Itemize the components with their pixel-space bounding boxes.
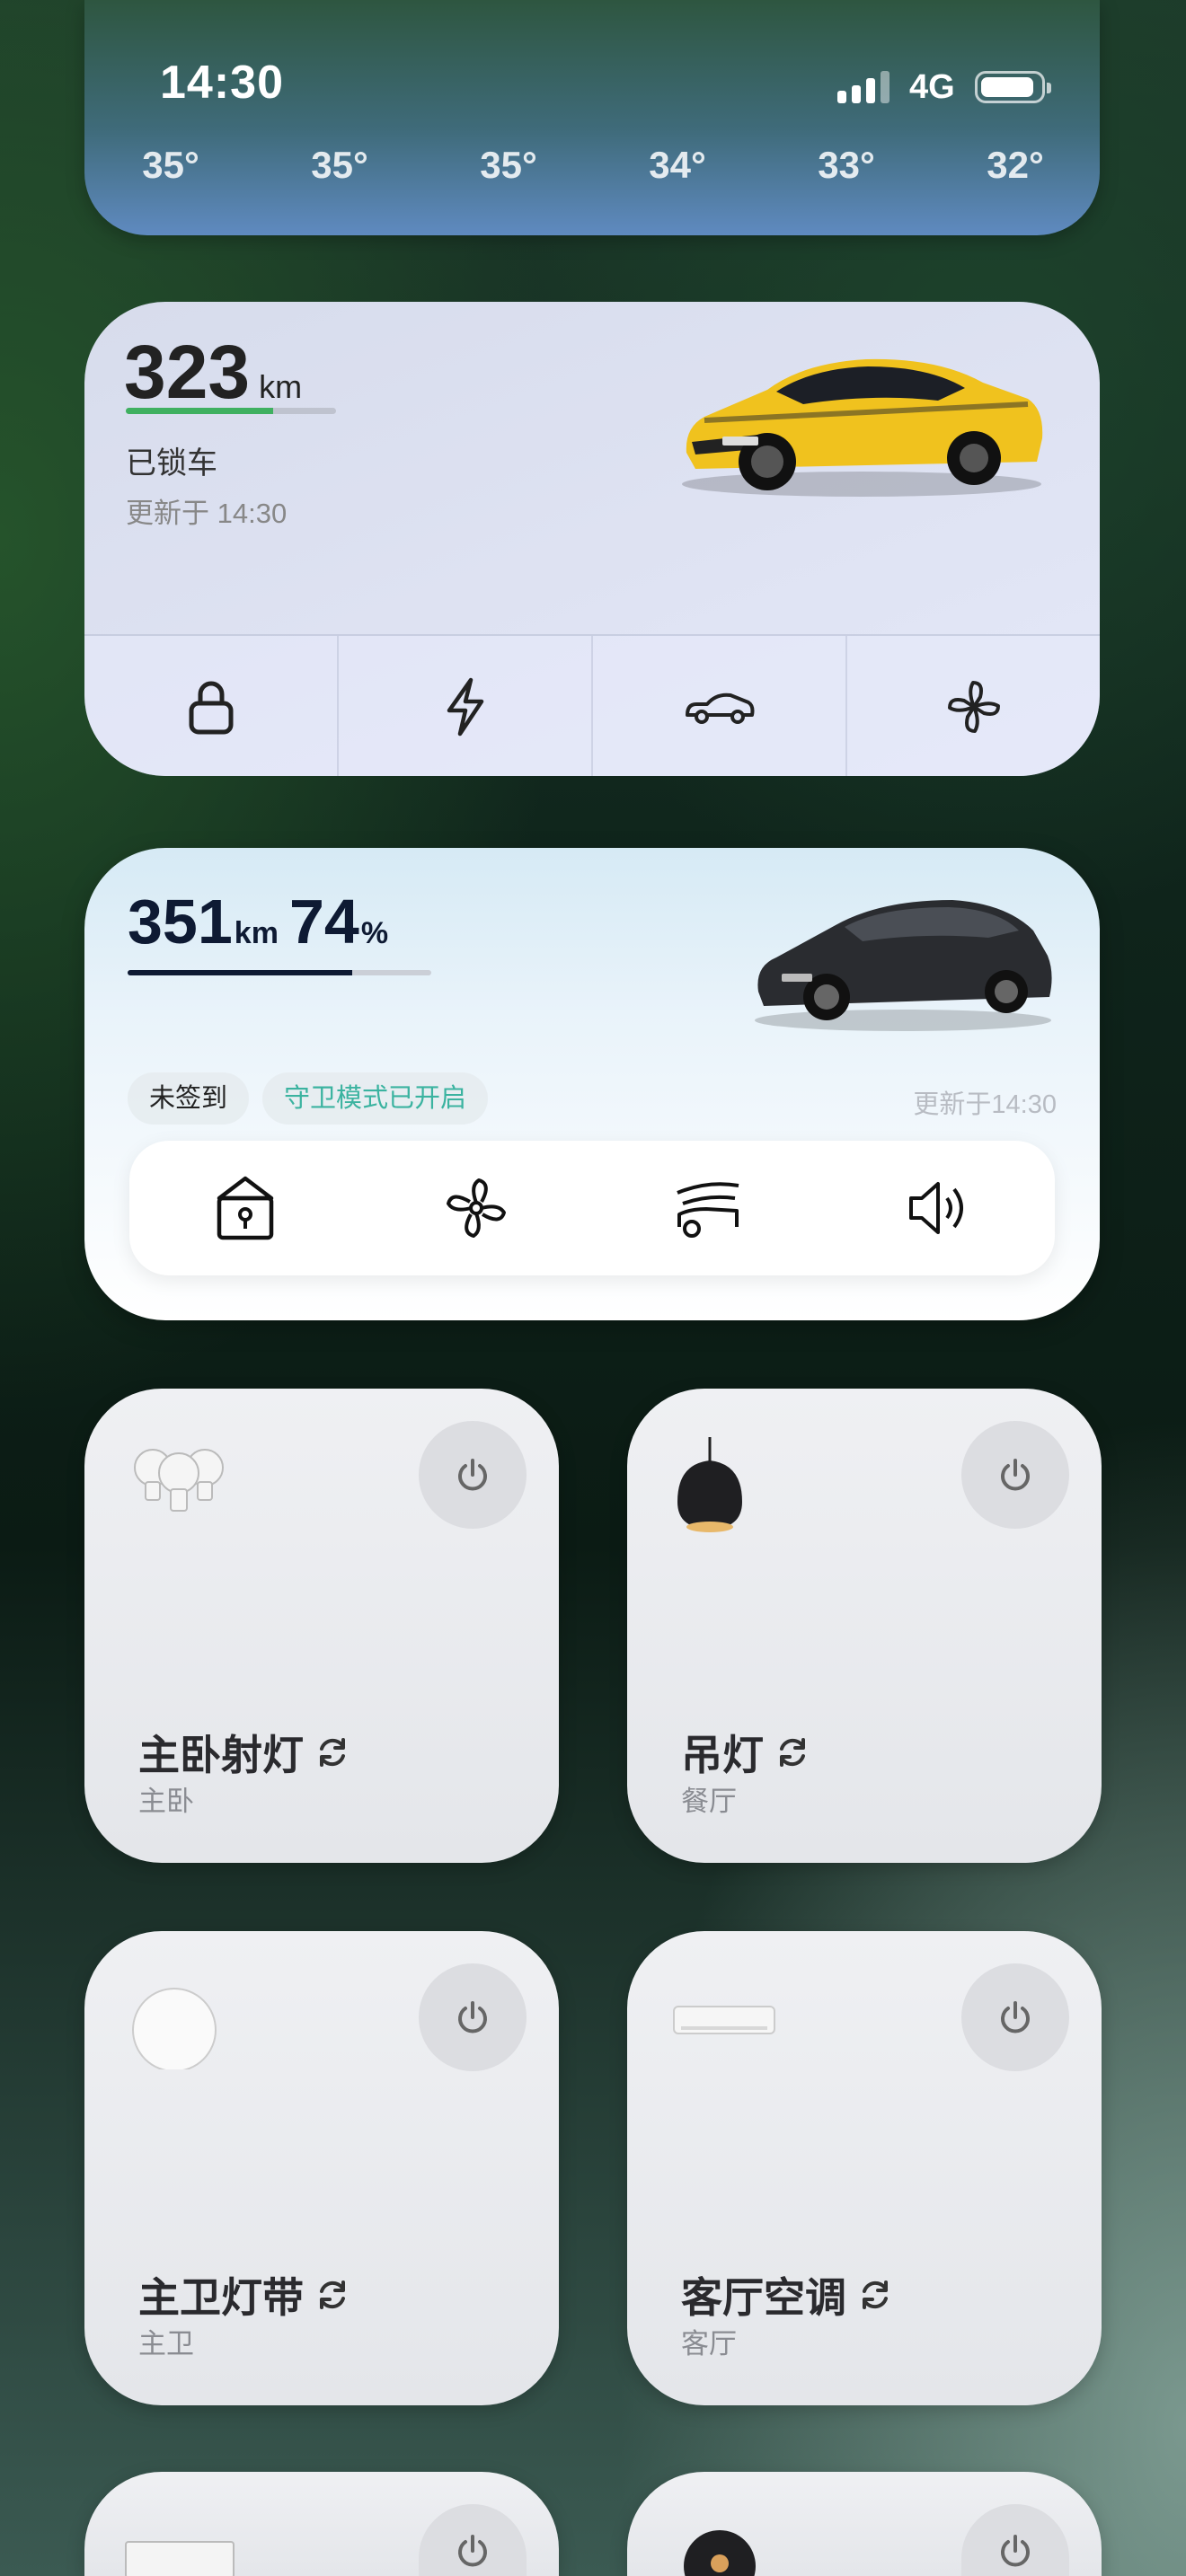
- device-tile-air-conditioner[interactable]: 客厅空调 客厅: [627, 1931, 1102, 2405]
- car1-lock-status: 已锁车: [126, 446, 217, 481]
- lock-icon: [189, 681, 233, 735]
- power-button[interactable]: [961, 1421, 1069, 1529]
- car1-range: 323 km: [124, 329, 302, 416]
- network-type: 4G: [909, 67, 955, 106]
- refresh-icon[interactable]: [773, 1733, 812, 1772]
- unlock-icon: [217, 1176, 273, 1240]
- car2-battery-unit: %: [360, 916, 389, 950]
- air-conditioner-icon: [673, 2006, 775, 2034]
- car1-updated-time: 更新于 14:30: [126, 498, 288, 529]
- trunk-icon: [676, 1182, 739, 1238]
- forecast-temps: 35° 35° 35° 34° 33° 32°: [108, 144, 1078, 187]
- device-room: 主卧: [138, 1786, 194, 1817]
- device-name-row: 主卧射灯: [138, 1723, 352, 1782]
- device-tile-partial[interactable]: [84, 2472, 559, 2576]
- refresh-icon[interactable]: [313, 2275, 352, 2315]
- refresh-icon[interactable]: [313, 1733, 352, 1772]
- power-button[interactable]: [419, 1963, 527, 2071]
- forecast-temp: 35°: [480, 144, 537, 186]
- car-card-1[interactable]: 323 km 已锁车 更新于 14:30: [84, 302, 1100, 776]
- device-tile-spotlight[interactable]: 主卧射灯 主卧: [84, 1389, 559, 1863]
- forecast-temp: 34°: [649, 144, 706, 186]
- battery-icon: [974, 71, 1051, 103]
- car2-trunk-button[interactable]: [592, 1141, 824, 1275]
- power-button[interactable]: [419, 1421, 527, 1529]
- device-icon: [125, 2541, 235, 2576]
- car1-image: [682, 358, 1043, 497]
- car1-range-value: 323: [124, 330, 251, 414]
- car1-charge-button[interactable]: [339, 636, 593, 776]
- forecast-temp: 35°: [142, 144, 199, 186]
- car2-actions: [129, 1141, 1055, 1275]
- car1-range-bar-fill: [126, 408, 273, 414]
- power-icon: [458, 1459, 487, 1491]
- device-tile-partial[interactable]: [627, 2472, 1102, 2576]
- device-tile-pendant[interactable]: 吊灯 餐厅: [627, 1389, 1102, 1863]
- power-button[interactable]: [961, 2504, 1069, 2576]
- car1-car-button[interactable]: [593, 636, 847, 776]
- car2-unlock-button[interactable]: [129, 1141, 361, 1275]
- car1-actions: [84, 634, 1100, 776]
- device-name-row: 主卫灯带: [138, 2265, 352, 2325]
- car2-battery-bar-fill: [128, 970, 353, 975]
- power-icon: [1001, 2001, 1030, 2033]
- car2-fan-button[interactable]: [361, 1141, 593, 1275]
- forecast-temp: 32°: [987, 144, 1044, 186]
- bulbs-icon: [134, 1449, 224, 1512]
- car-card-2[interactable]: 351 km 74% 未签到 守卫模式已开启 更新于14:30: [84, 848, 1100, 1320]
- refresh-icon[interactable]: [855, 2275, 895, 2315]
- status-time: 14:30: [160, 57, 284, 109]
- car2-battery-bar: [128, 970, 431, 975]
- forecast-temp: 33°: [818, 144, 875, 186]
- power-button[interactable]: [419, 2504, 527, 2576]
- power-button[interactable]: [961, 1963, 1069, 2071]
- weather-widget[interactable]: [84, 0, 1100, 235]
- device-icon: [684, 2530, 756, 2576]
- guard-mode-tag[interactable]: 守卫模式已开启: [262, 1072, 489, 1125]
- power-icon: [458, 2535, 487, 2567]
- car2-range-value: 351: [128, 887, 233, 957]
- car2-battery-value: 74: [288, 887, 359, 957]
- device-room: 客厅: [681, 2328, 737, 2360]
- car1-range-bar: [126, 408, 336, 414]
- device-room: 主卫: [138, 2328, 194, 2360]
- device-name: 主卧射灯: [138, 1732, 304, 1778]
- car1-range-unit: km: [259, 368, 303, 405]
- fan-icon: [447, 1178, 507, 1238]
- forecast-temp: 35°: [311, 144, 368, 186]
- device-name: 客厅空调: [681, 2274, 846, 2321]
- fan-icon: [947, 681, 1000, 733]
- light-strip-icon: [132, 1988, 217, 2069]
- power-icon: [458, 2001, 487, 2033]
- device-tile-light-strip[interactable]: 主卫灯带 主卫: [84, 1931, 559, 2405]
- car2-updated-time: 更新于14:30: [913, 1090, 1057, 1119]
- car2-image: [755, 900, 1052, 1031]
- device-name: 主卫灯带: [138, 2274, 304, 2321]
- car2-horn-button[interactable]: [824, 1141, 1056, 1275]
- car2-summary: 351 km 74%: [128, 886, 399, 957]
- power-icon: [1001, 2535, 1030, 2567]
- pendant-lamp-icon: [677, 1437, 742, 1532]
- car1-fan-button[interactable]: [847, 636, 1100, 776]
- device-name: 吊灯: [681, 1732, 764, 1778]
- device-room: 餐厅: [681, 1786, 737, 1817]
- device-name-row: 吊灯: [681, 1723, 812, 1782]
- checkin-tag[interactable]: 未签到: [128, 1072, 250, 1125]
- car1-lock-button[interactable]: [84, 636, 339, 776]
- car-icon: [685, 693, 754, 724]
- charge-icon: [447, 677, 483, 737]
- power-icon: [1001, 1459, 1030, 1491]
- signal-icon: [837, 71, 890, 103]
- device-name-row: 客厅空调: [681, 2265, 895, 2325]
- speaker-icon: [909, 1182, 964, 1234]
- car2-range-unit: km: [234, 916, 279, 950]
- status-indicators: 4G: [837, 65, 1051, 110]
